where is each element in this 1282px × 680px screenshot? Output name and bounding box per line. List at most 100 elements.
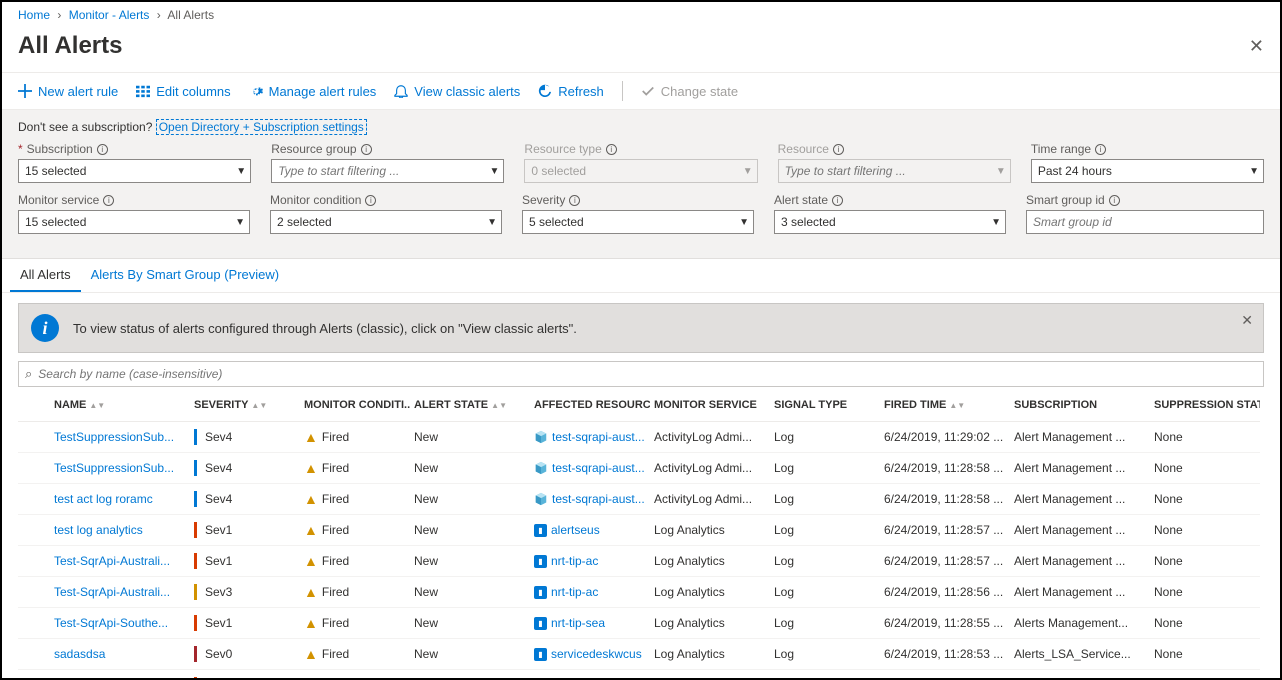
col-subscription[interactable]: SUBSCRIPTION	[1010, 391, 1150, 422]
resource-link[interactable]: test-sqrapi-aust...	[530, 484, 650, 515]
resource-link[interactable]: test-sqrapi-aust...	[530, 453, 650, 484]
filter-bar: Don't see a subscription? Open Directory…	[2, 110, 1280, 259]
row-checkbox[interactable]	[18, 422, 50, 453]
col-state[interactable]: ALERT STATE▲▼	[410, 391, 530, 422]
resource-link[interactable]: ▮servicedeskwcus	[530, 639, 650, 670]
resource-link[interactable]: ▮nrt-tip-ccan	[530, 670, 650, 680]
col-fired[interactable]: FIRED TIME▲▼	[880, 391, 1010, 422]
fired-cell: 6/24/2019, 11:28:53 ...	[880, 670, 1010, 680]
state-cell: New	[410, 515, 530, 546]
row-checkbox[interactable]	[18, 670, 50, 680]
banner-close-button[interactable]: ✕	[1241, 312, 1253, 329]
resource-link[interactable]: ▮nrt-tip-ac	[530, 577, 650, 608]
suppression-cell: None	[1150, 422, 1260, 453]
row-checkbox[interactable]	[18, 484, 50, 515]
condition-cell: ▲Fired	[300, 639, 410, 670]
monitor-service-select[interactable]: 15 selected▼	[18, 210, 250, 234]
close-blade-button[interactable]: ✕	[1249, 36, 1264, 57]
chevron-down-icon: ▼	[236, 166, 246, 177]
row-checkbox[interactable]	[18, 453, 50, 484]
search-field[interactable]: ⌕	[18, 361, 1264, 387]
search-input[interactable]	[38, 367, 1257, 381]
monitor-condition-select[interactable]: 2 selected▼	[270, 210, 502, 234]
col-signal[interactable]: SIGNAL TYPE	[770, 391, 880, 422]
view-classic-button[interactable]: View classic alerts	[394, 84, 520, 99]
info-icon: i	[569, 195, 580, 206]
col-name[interactable]: NAME▲▼	[50, 391, 190, 422]
alert-name-link[interactable]: Test-SqrApi-Australi...	[50, 546, 190, 577]
signal-cell: Log	[770, 577, 880, 608]
service-cell: ActivityLog Admi...	[650, 453, 770, 484]
chevron-down-icon: ▼	[743, 166, 753, 177]
row-checkbox[interactable]	[18, 515, 50, 546]
condition-cell: ▲Fired	[300, 515, 410, 546]
row-checkbox[interactable]	[18, 608, 50, 639]
resource-link[interactable]: ▮alertseus	[530, 515, 650, 546]
warning-icon: ▲	[304, 460, 318, 476]
info-icon: i	[97, 144, 108, 155]
resource-app-icon: ▮	[534, 586, 547, 599]
severity-cell: Sev1	[190, 515, 300, 546]
tab-all-alerts[interactable]: All Alerts	[10, 259, 81, 292]
smart-group-input[interactable]	[1026, 210, 1264, 234]
alert-name-link[interactable]: Test-SqrApi-Southe...	[50, 608, 190, 639]
signal-cell: Log	[770, 515, 880, 546]
new-alert-rule-button[interactable]: New alert rule	[18, 84, 118, 99]
subscription-select[interactable]: 15 selected▼	[18, 159, 251, 183]
alert-name-link[interactable]: TestSuppressionSub...	[50, 422, 190, 453]
alert-name-link[interactable]: test act log roramc	[50, 484, 190, 515]
info-icon: i	[833, 144, 844, 155]
resource-link[interactable]: ▮nrt-tip-ac	[530, 546, 650, 577]
col-service[interactable]: MONITOR SERVICE	[650, 391, 770, 422]
chevron-down-icon: ▼	[739, 217, 749, 228]
warning-icon: ▲	[304, 615, 318, 631]
state-cell: New	[410, 453, 530, 484]
page-title: All Alerts	[18, 32, 1249, 60]
alert-name-link[interactable]: test log analytics	[50, 515, 190, 546]
alert-name-link[interactable]: sadasdsa	[50, 639, 190, 670]
service-cell: ActivityLog Admi...	[650, 422, 770, 453]
resource-link[interactable]: test-sqrapi-aust...	[530, 422, 650, 453]
alert-name-link[interactable]: Test-SqrApi-Canada...	[50, 670, 190, 680]
fired-cell: 6/24/2019, 11:28:58 ...	[880, 453, 1010, 484]
severity-select[interactable]: 5 selected▼	[522, 210, 754, 234]
breadcrumb-current: All Alerts	[167, 8, 214, 22]
tab-smart-group[interactable]: Alerts By Smart Group (Preview)	[81, 259, 290, 292]
resource-link[interactable]: ▮nrt-tip-sea	[530, 608, 650, 639]
sort-icon: ▲▼	[89, 403, 105, 408]
state-cell: New	[410, 670, 530, 680]
subscription-cell: Alert Management ...	[1010, 453, 1150, 484]
breadcrumb-monitor[interactable]: Monitor - Alerts	[69, 8, 150, 22]
condition-cell: ▲Fired	[300, 670, 410, 680]
manage-rules-button[interactable]: Manage alert rules	[249, 84, 377, 99]
state-cell: New	[410, 422, 530, 453]
directory-settings-link[interactable]: Open Directory + Subscription settings	[156, 119, 367, 135]
refresh-icon	[538, 84, 552, 98]
breadcrumb-home[interactable]: Home	[18, 8, 50, 22]
plus-icon	[18, 84, 32, 98]
col-condition[interactable]: MONITOR CONDITI...	[300, 391, 410, 422]
alert-name-link[interactable]: TestSuppressionSub...	[50, 453, 190, 484]
suppression-cell: None	[1150, 484, 1260, 515]
warning-icon: ▲	[304, 522, 318, 538]
subscription-cell: Alert Management ...	[1010, 515, 1150, 546]
service-cell: Log Analytics	[650, 608, 770, 639]
suppression-cell: None	[1150, 639, 1260, 670]
signal-cell: Log	[770, 546, 880, 577]
suppression-cell: None	[1150, 577, 1260, 608]
col-suppression[interactable]: SUPPRESSION STAT...	[1150, 391, 1260, 422]
alert-name-link[interactable]: Test-SqrApi-Australi...	[50, 577, 190, 608]
alert-state-select[interactable]: 3 selected▼	[774, 210, 1006, 234]
row-checkbox[interactable]	[18, 577, 50, 608]
resource-group-select[interactable]: ▼	[271, 159, 504, 183]
row-checkbox[interactable]	[18, 639, 50, 670]
refresh-button[interactable]: Refresh	[538, 84, 604, 99]
time-range-select[interactable]: Past 24 hours▼	[1031, 159, 1264, 183]
edit-columns-button[interactable]: Edit columns	[136, 84, 230, 99]
col-resource[interactable]: AFFECTED RESOURCE▲▼	[530, 391, 650, 422]
col-severity[interactable]: SEVERITY▲▼	[190, 391, 300, 422]
chevron-down-icon: ▼	[490, 166, 500, 177]
row-checkbox[interactable]	[18, 546, 50, 577]
state-cell: New	[410, 546, 530, 577]
condition-cell: ▲Fired	[300, 577, 410, 608]
